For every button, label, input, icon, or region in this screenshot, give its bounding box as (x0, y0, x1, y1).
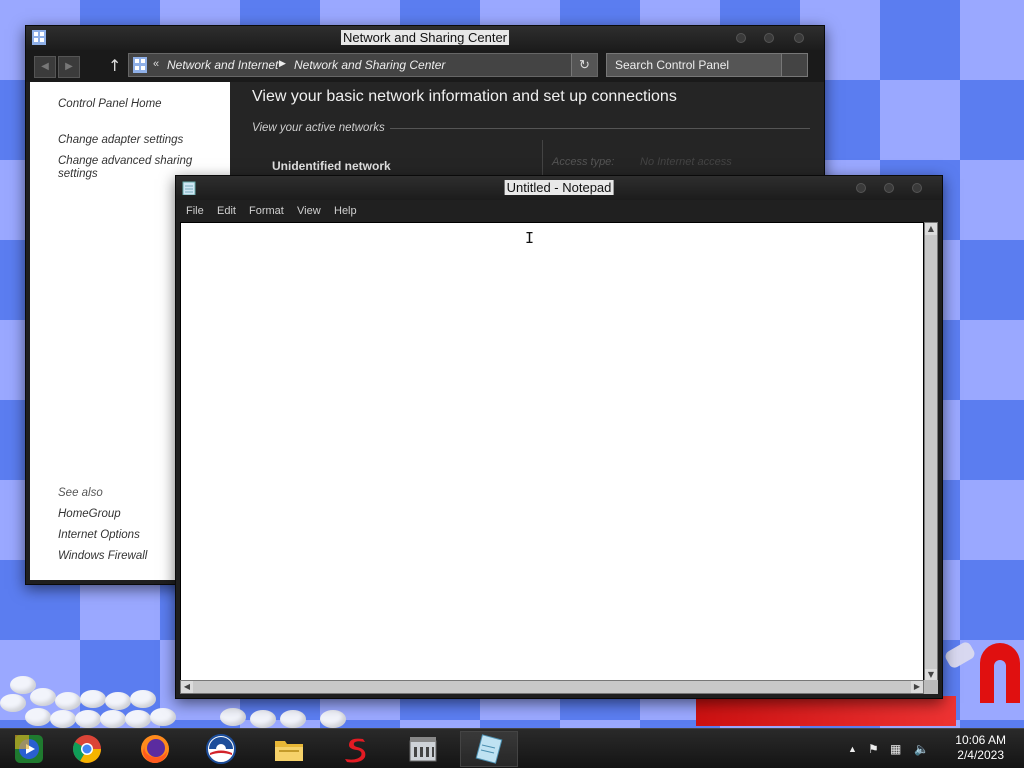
firefox-icon (141, 735, 169, 763)
notepad-titlebar[interactable]: Untitled - Notepad (176, 176, 942, 200)
action-center-flag-icon[interactable]: ⚑ (868, 742, 879, 756)
system-tray: ▲ ⚑ ▦ 🔈 10:06 AM 2/4/2023 (834, 729, 1024, 768)
search-input[interactable]: Search Control Panel (606, 53, 808, 77)
active-networks-label: View your active networks (252, 122, 385, 134)
taskbar-obama-logo[interactable] (192, 731, 250, 767)
menu-file[interactable]: File (186, 205, 204, 217)
menu-help[interactable]: Help (334, 205, 357, 217)
scroll-left-icon[interactable]: ◀ (181, 681, 193, 693)
horizontal-scrollbar[interactable]: ◀ ▶ (180, 680, 924, 694)
menu-format[interactable]: Format (249, 205, 284, 217)
media-player-icon (15, 735, 43, 763)
notepad-icon (475, 734, 503, 764)
up-arrow-icon[interactable]: ↑ (108, 56, 121, 75)
access-type-label: Access type: (552, 156, 615, 168)
clock-date: 2/4/2023 (957, 748, 1004, 762)
scroll-right-icon[interactable]: ▶ (911, 681, 923, 693)
folder-icon (275, 741, 303, 761)
s-logo-icon (345, 738, 366, 763)
menu-edit[interactable]: Edit (217, 205, 236, 217)
volume-icon[interactable]: 🔈 (914, 742, 929, 756)
text-editor[interactable]: I (180, 222, 924, 682)
taskbar-chrome[interactable] (58, 731, 116, 767)
resize-grip-icon[interactable] (924, 680, 938, 694)
search-icon[interactable] (781, 54, 807, 76)
taskbar-media-player[interactable] (0, 731, 58, 767)
magnet-icon (945, 642, 1020, 703)
clock-time: 10:06 AM (955, 733, 1006, 747)
minimize-button[interactable] (856, 183, 866, 193)
show-hidden-icons-icon[interactable]: ▲ (848, 744, 857, 754)
taskbar-notepad[interactable] (460, 731, 518, 767)
network-window-title: Network and Sharing Center (340, 30, 510, 45)
refresh-icon[interactable]: ↻ (571, 54, 597, 76)
breadcrumb-network-internet[interactable]: Network and Internet (167, 58, 278, 72)
breadcrumb-overflow[interactable]: « (153, 58, 159, 70)
vertical-scrollbar[interactable]: ▲ ▼ (924, 222, 938, 682)
close-button[interactable] (912, 183, 922, 193)
desktop-decoration-red (696, 696, 956, 726)
menu-view[interactable]: View (297, 205, 321, 217)
minimize-button[interactable] (736, 33, 746, 43)
notepad-title: Untitled - Notepad (504, 180, 614, 195)
close-button[interactable] (794, 33, 804, 43)
section-divider (390, 128, 810, 129)
search-placeholder: Search Control Panel (615, 58, 730, 72)
page-title: View your basic network information and … (252, 88, 677, 105)
clock[interactable]: 10:06 AM 2/4/2023 (955, 733, 1006, 763)
homegroup-link[interactable]: HomeGroup (58, 508, 121, 521)
control-panel-icon (133, 57, 147, 73)
text-cursor-icon: I (525, 229, 535, 247)
control-panel-icon (409, 737, 437, 762)
network-icon[interactable]: ▦ (890, 742, 901, 756)
scroll-up-icon[interactable]: ▲ (925, 223, 937, 235)
menu-bar: File Edit Format View Help (176, 200, 942, 222)
address-bar[interactable]: « Network and Internet ▶ Network and Sha… (128, 53, 598, 77)
control-panel-icon (32, 30, 46, 45)
taskbar-firefox[interactable] (126, 731, 184, 767)
maximize-button[interactable] (884, 183, 894, 193)
control-panel-home-link[interactable]: Control Panel Home (58, 98, 162, 111)
taskbar: ▲ ⚑ ▦ 🔈 10:06 AM 2/4/2023 (0, 728, 1024, 768)
maximize-button[interactable] (764, 33, 774, 43)
network-window-titlebar[interactable]: Network and Sharing Center (26, 26, 824, 50)
forward-button[interactable]: ▶ (58, 56, 80, 78)
see-also-heading: See also (58, 487, 103, 499)
internet-options-link[interactable]: Internet Options (58, 529, 140, 542)
network-window-toolbar: ◀ ▶ ↑ « Network and Internet ▶ Network a… (26, 50, 824, 82)
taskbar-file-explorer[interactable] (260, 731, 318, 767)
change-adapter-settings-link[interactable]: Change adapter settings (58, 134, 183, 147)
notepad-icon (182, 181, 196, 195)
obama-logo-icon (206, 734, 236, 764)
taskbar-control-panel[interactable] (394, 731, 452, 767)
breadcrumb-separator-icon[interactable]: ▶ (279, 58, 286, 69)
back-button[interactable]: ◀ (34, 56, 56, 78)
breadcrumb-network-sharing[interactable]: Network and Sharing Center (294, 58, 445, 72)
notepad-window: Untitled - Notepad File Edit Format View… (175, 175, 943, 699)
network-name: Unidentified network (272, 159, 391, 173)
access-type-value: No Internet access (640, 156, 732, 168)
taskbar-s-app[interactable] (326, 731, 384, 767)
chrome-icon (73, 735, 101, 763)
windows-firewall-link[interactable]: Windows Firewall (58, 550, 147, 563)
